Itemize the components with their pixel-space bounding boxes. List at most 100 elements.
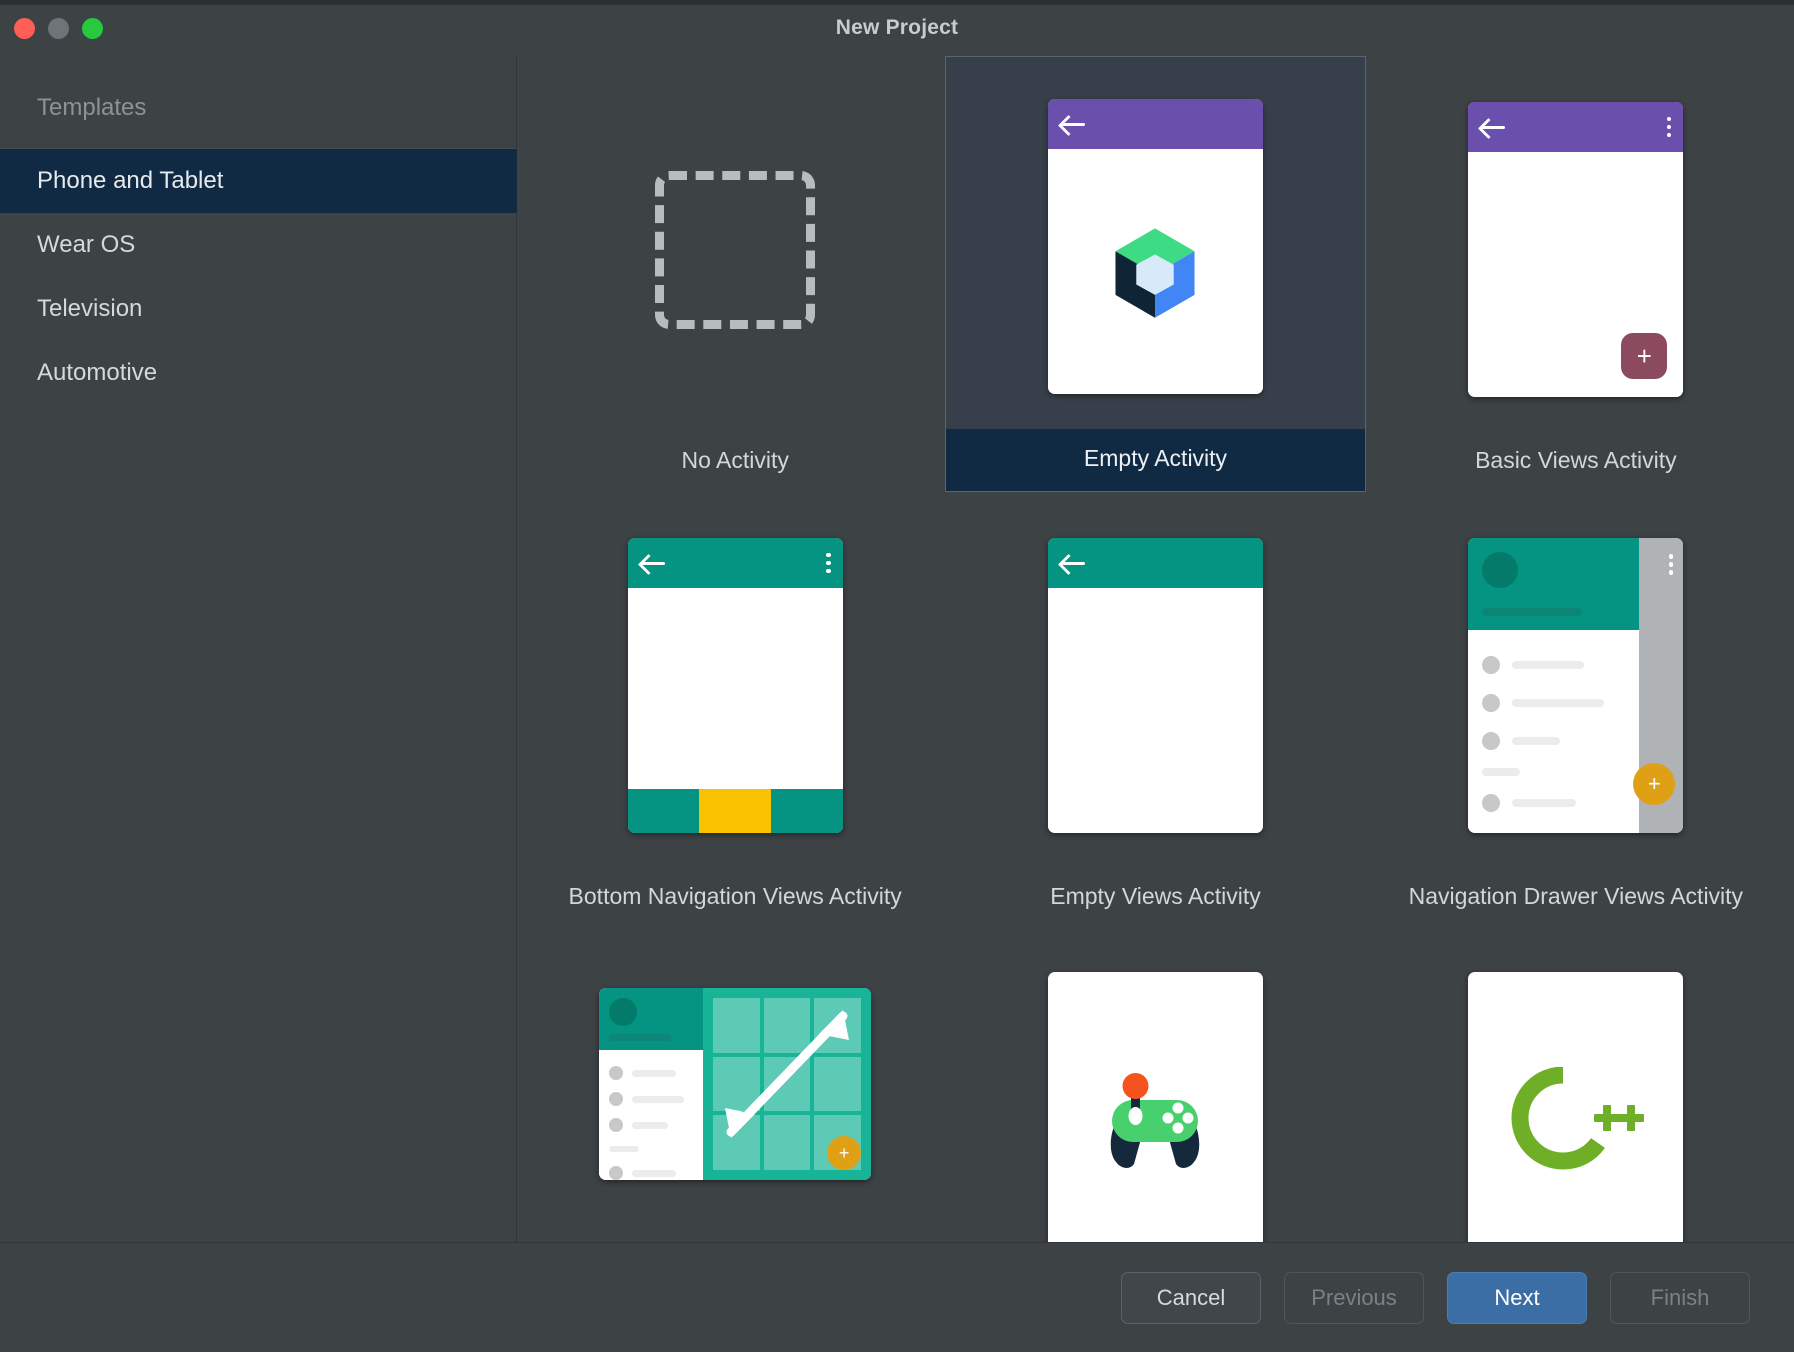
drawer-header [1468,538,1639,630]
bottom-navigation-bar-icon [628,789,843,833]
list-item-text [632,1096,684,1103]
back-arrow-icon [1060,114,1086,134]
template-grid: No Activity [517,56,1794,1242]
drawer-item-list [1468,630,1639,833]
app-bar [1048,538,1263,588]
phone-canvas [1048,149,1263,394]
template-card-empty-views-activity[interactable]: Empty Views Activity [945,492,1365,928]
drawer-headline [609,1034,671,1041]
template-gallery[interactable]: No Activity [517,56,1794,1242]
template-thumbnail: + [525,936,945,1242]
list-item [1468,684,1639,722]
bottom-nav-segment-active [699,789,771,833]
finish-button[interactable]: Finish [1610,1272,1750,1324]
phone-mock: + [1468,538,1683,833]
template-card-navigation-drawer-views-activity[interactable]: + Navigation Drawer Views Activity [1366,492,1786,928]
sidebar-item-label: Phone and Tablet [37,167,223,195]
template-thumbnail: + [1366,500,1786,871]
list-subheader [609,1146,639,1152]
drawer-item-list [599,1050,703,1180]
template-card-label: Basic Views Activity [1366,435,1786,492]
sidebar-item-wear-os[interactable]: Wear OS [0,213,517,277]
navigation-drawer-icon [1468,538,1639,833]
template-card-basic-views-activity[interactable]: + Basic Views Activity [1366,56,1786,492]
sidebar-item-phone-and-tablet[interactable]: Phone and Tablet [0,149,517,213]
list-item-icon [609,1092,623,1106]
navigation-drawer-icon [599,988,703,1180]
cancel-button[interactable]: Cancel [1121,1272,1261,1324]
list-item-icon [1482,656,1500,674]
resize-arrow-icon [703,988,871,1160]
next-button[interactable]: Next [1447,1272,1587,1324]
app-bar [1048,99,1263,149]
tablet-mock: + [599,988,871,1180]
phone-mock [1048,99,1263,394]
list-item-text [1512,737,1560,745]
list-item-text [632,1122,668,1129]
responsive-grid-area: + [703,988,871,1180]
app-bar [628,538,843,588]
sidebar-item-automotive[interactable]: Automotive [0,341,517,405]
template-card-label: No Activity [525,435,945,492]
app-bar [1468,102,1683,152]
templates-sidebar: Templates Phone and Tablet Wear OS Telev… [0,56,517,1242]
avatar [609,998,637,1026]
list-item [1468,646,1639,684]
list-item-text [1512,799,1576,807]
list-item [1468,784,1639,822]
phone-canvas [628,588,843,789]
list-item [599,1060,703,1086]
window-top-edge [0,0,1794,5]
drawer-header [599,988,703,1050]
dialog-title: New Project [836,16,958,40]
phone-mock [1048,972,1263,1243]
floating-action-button-icon: + [827,1136,861,1170]
sidebar-item-label: Wear OS [37,231,135,259]
template-card-no-activity[interactable]: No Activity [525,56,945,492]
sidebar-item-label: Television [37,295,142,323]
list-item-icon [609,1118,623,1132]
template-thumbnail [945,64,1365,429]
list-subheader [1482,768,1520,776]
list-item-text [1512,699,1604,707]
template-card-game-activity[interactable]: Game Activity (C++) [945,928,1365,1242]
overflow-menu-icon [1669,554,1674,575]
sidebar-item-label: Automotive [37,359,157,387]
dialog-footer: Cancel Previous Next Finish [0,1242,1794,1352]
template-thumbnail [525,500,945,871]
template-card-label: Empty Views Activity [945,871,1365,928]
title-bar: New Project [0,0,1794,56]
template-card-label: Navigation Drawer Views Activity [1366,871,1786,928]
list-item-icon [609,1066,623,1080]
window-controls [14,18,103,39]
template-card-empty-activity[interactable]: Empty Activity [945,56,1365,492]
phone-canvas [1048,588,1263,833]
phone-canvas: + [1468,152,1683,397]
phone-mock: + [1468,102,1683,397]
previous-button[interactable]: Previous [1284,1272,1424,1324]
dialog-body: Templates Phone and Tablet Wear OS Telev… [0,56,1794,1242]
template-card-label: Empty Activity [945,429,1365,492]
dashed-placeholder-icon [655,171,815,329]
template-card-responsive-views-activity[interactable]: + Responsive Views Activity [525,928,945,1242]
template-card-label: Bottom Navigation Views Activity [525,871,945,928]
sidebar-header-templates: Templates [0,80,516,136]
list-item-icon [1482,732,1500,750]
zoom-window-button[interactable] [82,18,103,39]
sidebar-item-television[interactable]: Television [0,277,517,341]
back-arrow-icon [640,553,666,573]
close-window-button[interactable] [14,18,35,39]
phone-mock [1048,538,1263,833]
template-card-native-cpp[interactable]: Native C++ [1366,928,1786,1242]
list-item-text [632,1070,676,1077]
list-item [599,1160,703,1180]
list-item-icon [1482,694,1500,712]
new-project-dialog: New Project Templates Phone and Tablet W… [0,0,1794,1352]
jetpack-compose-icon [1103,220,1207,324]
list-item-icon [609,1166,623,1180]
minimize-window-button[interactable] [48,18,69,39]
template-card-bottom-navigation-views-activity[interactable]: Bottom Navigation Views Activity [525,492,945,928]
template-thumbnail: + [1366,64,1786,435]
bottom-nav-segment [628,789,700,833]
list-item-text [1512,661,1584,669]
